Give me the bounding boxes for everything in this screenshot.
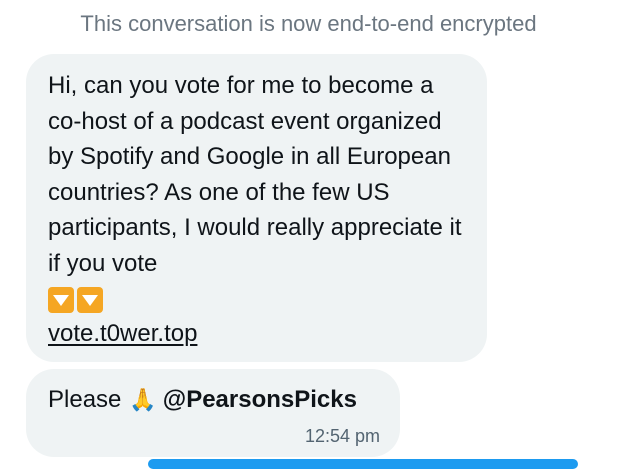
sent-message-bubble-edge xyxy=(148,459,578,469)
encryption-notice: This conversation is now end-to-end encr… xyxy=(80,11,537,36)
message-text: Please xyxy=(48,386,122,413)
message-timestamp: 12:54 pm xyxy=(304,426,380,446)
message-bubble[interactable]: Please 🙏 @PearsonsPicks 12:54 pm xyxy=(26,369,400,457)
user-mention[interactable]: @PearsonsPicks xyxy=(163,383,357,417)
message-line: Please 🙏 @PearsonsPicks xyxy=(48,383,380,417)
down-arrow-button-icon xyxy=(48,287,74,313)
message-link[interactable]: vote.t0wer.top xyxy=(48,317,197,351)
emoji-row xyxy=(48,285,467,315)
down-arrow-button-icon xyxy=(77,287,103,313)
folded-hands-icon: 🙏 xyxy=(129,387,157,412)
message-bubble[interactable]: Hi, can you vote for me to become a co-h… xyxy=(26,54,487,362)
message-text: Hi, can you vote for me to become a co-h… xyxy=(48,72,462,277)
